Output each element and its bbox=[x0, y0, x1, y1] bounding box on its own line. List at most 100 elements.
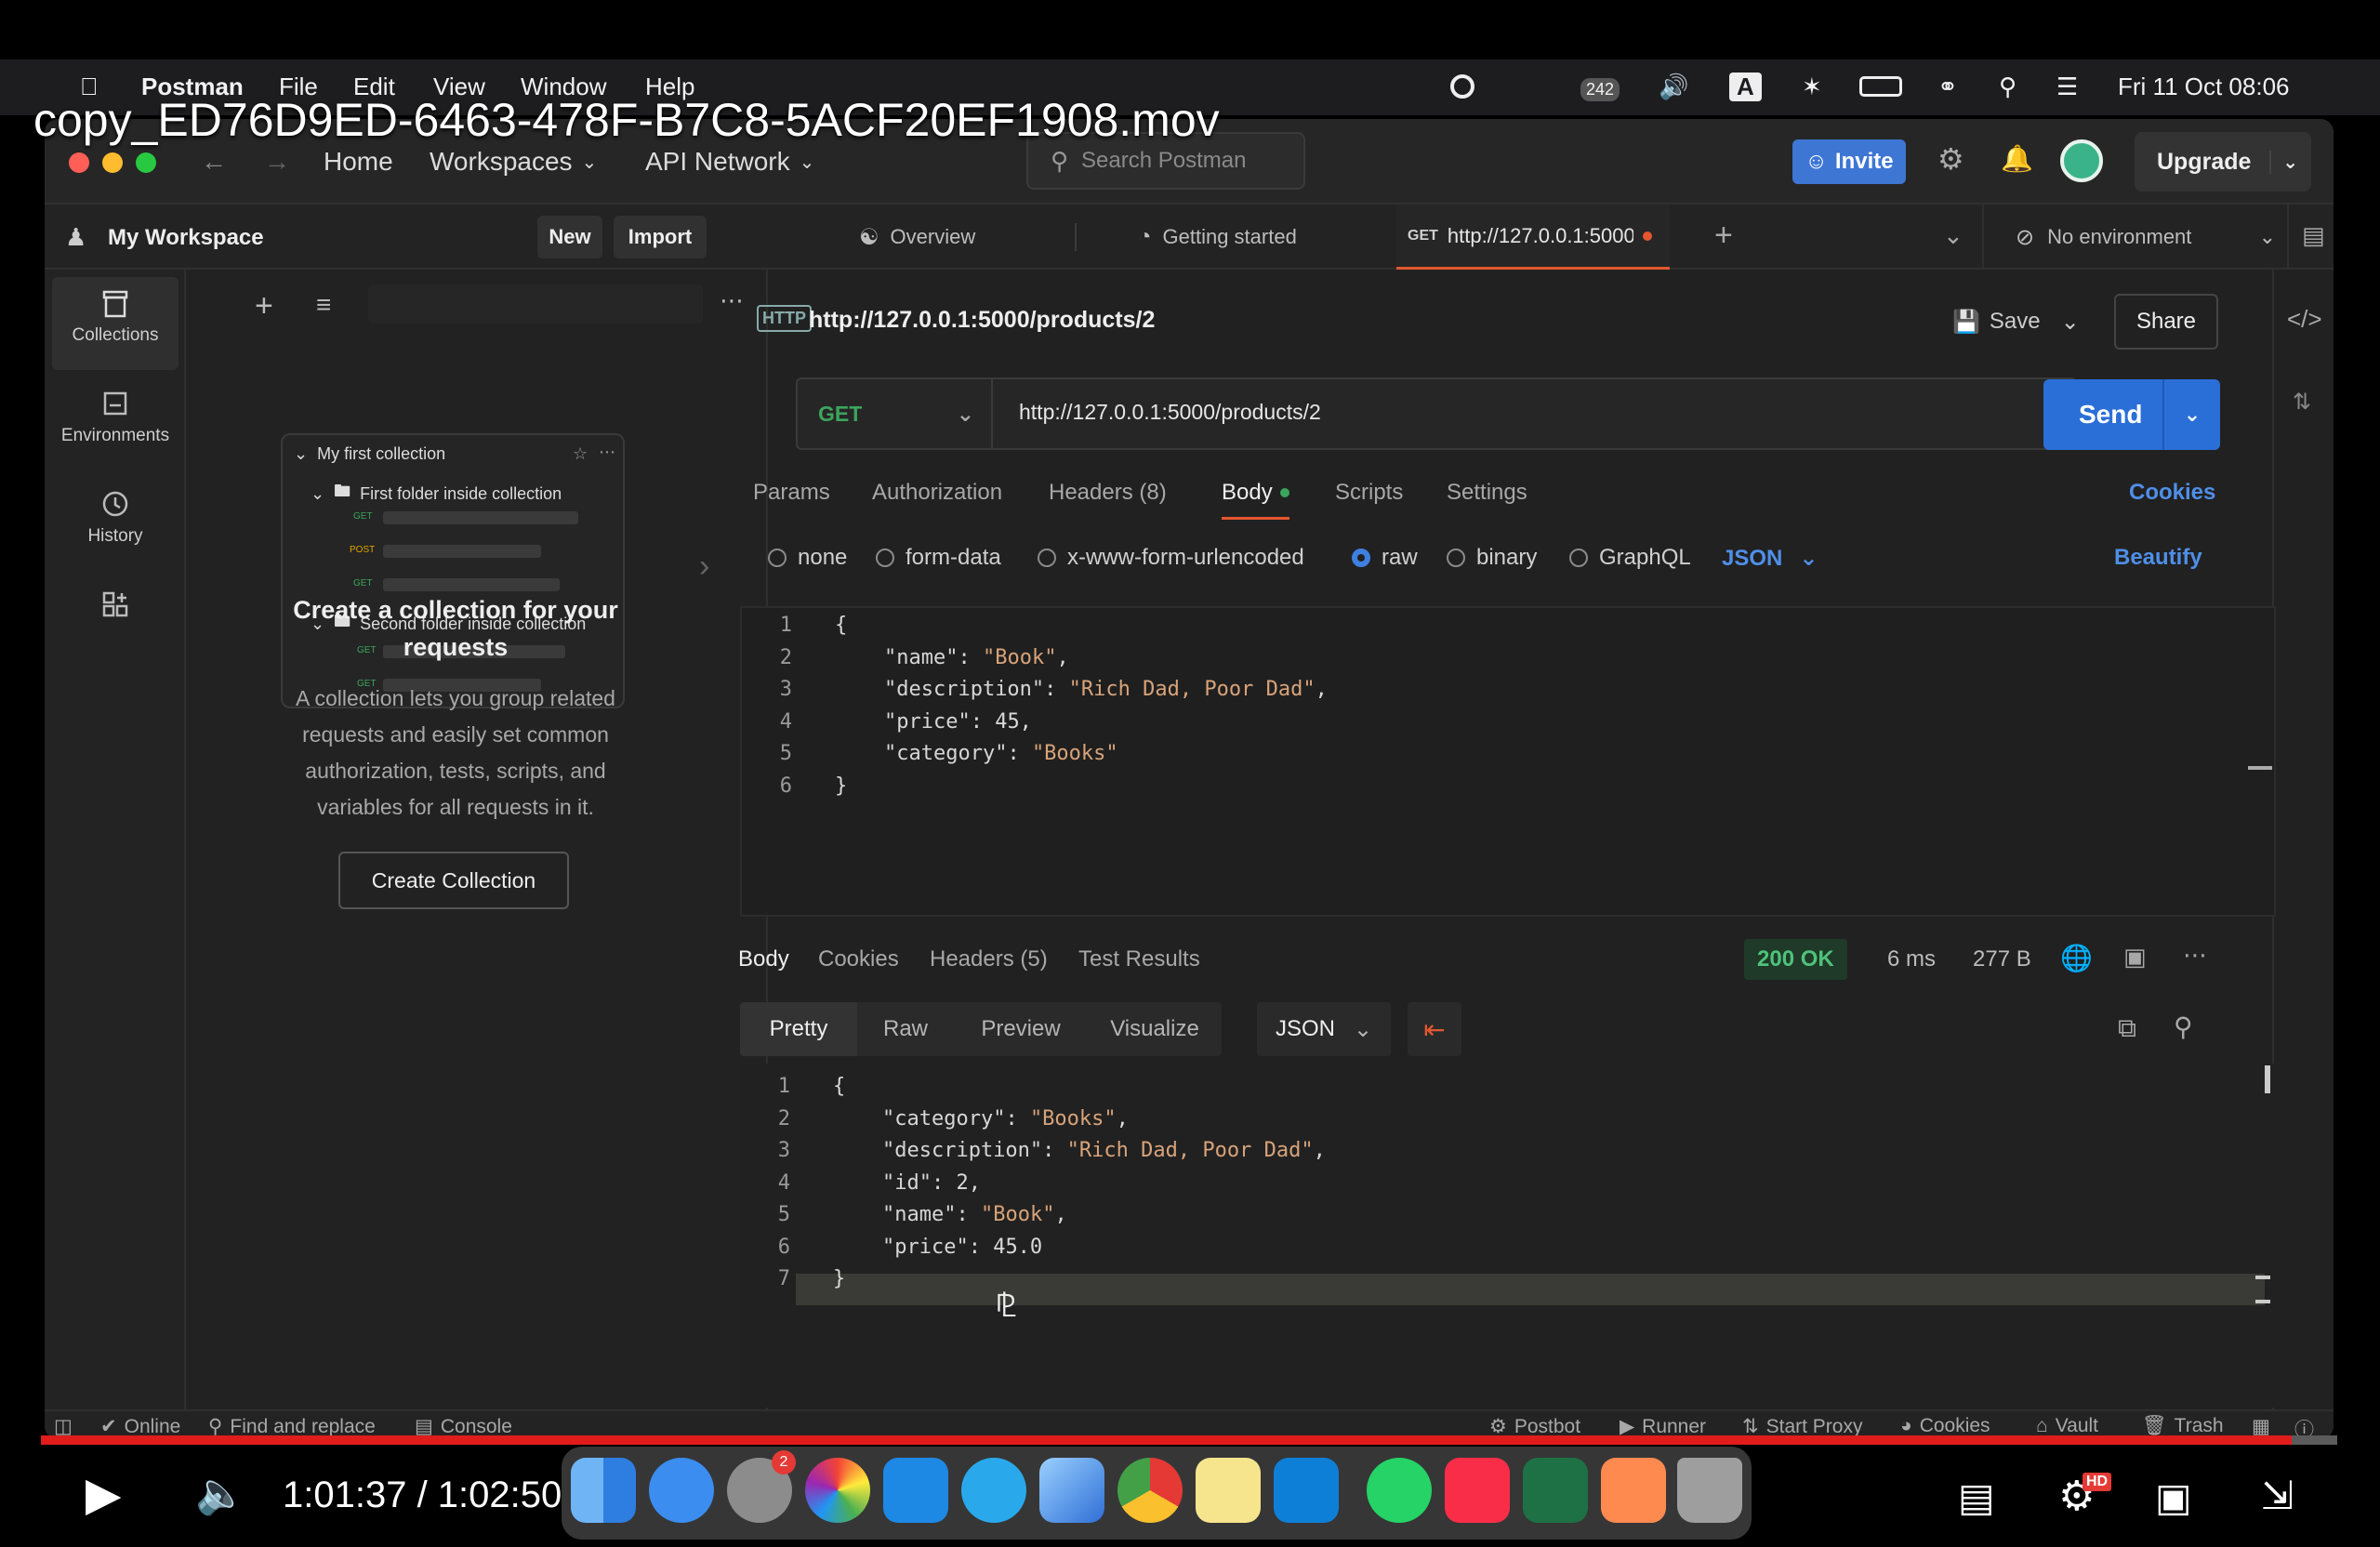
volume-icon[interactable]: 🔊 bbox=[1659, 73, 1688, 101]
miniplayer-icon[interactable]: ▣ bbox=[2155, 1474, 2192, 1520]
share-button[interactable]: Share bbox=[2114, 294, 2218, 350]
volume-icon[interactable]: 🔈 bbox=[195, 1469, 246, 1517]
rail-history[interactable]: History bbox=[52, 478, 178, 571]
cookies-status[interactable]: ◕ Cookies bbox=[1900, 1415, 1990, 1437]
filter-icon[interactable]: ≡ bbox=[316, 290, 331, 320]
record-icon[interactable] bbox=[1450, 74, 1474, 99]
code-icon[interactable]: </> bbox=[2287, 305, 2322, 334]
environment-selector[interactable]: ⊘ No environment ⌄ bbox=[2016, 205, 2285, 270]
radio-graphql[interactable]: GraphQL bbox=[1569, 545, 1691, 571]
chevron-right-icon[interactable]: › bbox=[699, 549, 709, 585]
search-icon[interactable]: ⚲ bbox=[2174, 1012, 2193, 1042]
more-options-icon[interactable]: ⋯ bbox=[720, 286, 744, 315]
url-input[interactable]: http://127.0.0.1:5000/products/2 bbox=[1019, 400, 1321, 425]
dock-trash-icon[interactable] bbox=[1677, 1458, 1742, 1523]
save-response-icon[interactable]: ▣ bbox=[2123, 943, 2147, 972]
vault[interactable]: ⌂ Vault bbox=[2036, 1415, 2098, 1437]
excel-icon[interactable] bbox=[1523, 1458, 1588, 1523]
finder-icon[interactable] bbox=[571, 1458, 636, 1523]
response-tab-body[interactable]: Body bbox=[738, 946, 789, 972]
response-size[interactable]: 277 B bbox=[1973, 946, 2031, 972]
minimize-window-button[interactable] bbox=[102, 152, 123, 173]
new-button[interactable]: New bbox=[537, 216, 602, 258]
photos-icon[interactable] bbox=[805, 1458, 870, 1523]
app-store-icon[interactable] bbox=[883, 1458, 948, 1523]
notification-bell-icon[interactable]: 🔔 bbox=[2001, 143, 2033, 174]
safari-icon[interactable] bbox=[649, 1458, 714, 1523]
tab-getting-started[interactable]: ◔ Getting started bbox=[1138, 205, 1297, 270]
exit-fullscreen-icon[interactable]: ⇲ bbox=[2261, 1473, 2294, 1518]
radio-none[interactable]: none bbox=[768, 545, 847, 571]
beautify-link[interactable]: Beautify bbox=[2114, 545, 2202, 571]
radio-binary[interactable]: binary bbox=[1447, 545, 1537, 571]
wifi-icon[interactable]: ⚭ bbox=[1937, 73, 1958, 101]
tab-scripts[interactable]: Scripts bbox=[1335, 480, 1403, 506]
view-pretty[interactable]: Pretty bbox=[740, 1002, 857, 1056]
settings-gear-icon[interactable]: ⚙ bbox=[1937, 141, 1964, 177]
workspace-name[interactable]: My Workspace bbox=[108, 225, 264, 251]
rail-collections[interactable]: Collections bbox=[52, 277, 178, 370]
import-button[interactable]: Import bbox=[614, 216, 707, 258]
back-arrow-icon[interactable]: ← bbox=[201, 147, 227, 177]
battery-icon[interactable] bbox=[1859, 76, 1902, 97]
sketch-pen-icon[interactable] bbox=[1601, 1458, 1666, 1523]
video-progress-bar[interactable] bbox=[41, 1435, 2337, 1445]
response-format-select[interactable]: JSON ⌄ bbox=[1257, 1002, 1391, 1056]
control-center-icon[interactable]: ☰ bbox=[2056, 73, 2078, 101]
vscode-icon[interactable] bbox=[1274, 1458, 1339, 1523]
bluetooth-icon[interactable]: ✶ bbox=[1802, 73, 1822, 101]
more-options-icon[interactable]: ⋯ bbox=[2183, 941, 2207, 970]
testflight-icon[interactable] bbox=[1039, 1458, 1104, 1523]
view-preview[interactable]: Preview bbox=[954, 1002, 1088, 1056]
copy-icon[interactable]: ⧉ bbox=[2118, 1013, 2136, 1044]
input-source[interactable]: A bbox=[1729, 73, 1762, 101]
view-visualize[interactable]: Visualize bbox=[1088, 1002, 1222, 1056]
send-dropdown-chevron-icon[interactable]: ⌄ bbox=[2162, 379, 2220, 450]
collapse-icon[interactable]: ⇅ bbox=[2293, 389, 2311, 416]
response-tab-test-results[interactable]: Test Results bbox=[1078, 946, 1200, 972]
close-window-button[interactable] bbox=[69, 152, 89, 173]
rail-environments[interactable]: Environments bbox=[52, 377, 178, 470]
chrome-icon[interactable] bbox=[1117, 1458, 1183, 1523]
radio-raw[interactable]: raw bbox=[1352, 545, 1418, 571]
play-icon[interactable]: ▶ bbox=[86, 1467, 121, 1521]
request-title[interactable]: http://127.0.0.1:5000/products/2 bbox=[809, 307, 1155, 334]
scrollbar-thumb[interactable] bbox=[2248, 766, 2272, 770]
clock[interactable]: Fri 11 Oct 08:06 bbox=[2118, 73, 2290, 101]
tab-headers[interactable]: Headers (8) bbox=[1049, 480, 1167, 506]
collections-search-input[interactable] bbox=[368, 284, 703, 324]
tab-settings[interactable]: Settings bbox=[1447, 480, 1527, 506]
response-time[interactable]: 6 ms bbox=[1887, 946, 1936, 972]
response-body-viewer[interactable]: 1 {2 "category": "Books", 3 "description":… bbox=[740, 1064, 2276, 1408]
response-tab-headers[interactable]: Headers (5) bbox=[930, 946, 1048, 972]
save-button[interactable]: 💾 Save ⌄ bbox=[1952, 296, 2080, 348]
request-body-editor[interactable]: 1 {2 "name": "Book", 3 "description": "Ric… bbox=[740, 606, 2276, 917]
upgrade-button[interactable]: Upgrade ⌄ bbox=[2135, 132, 2311, 192]
whatsapp-icon[interactable] bbox=[1367, 1458, 1432, 1523]
invite-button[interactable]: ☺ Invite bbox=[1792, 139, 1906, 184]
nav-api-network[interactable]: API Network ⌄ bbox=[645, 147, 814, 177]
avatar[interactable] bbox=[2060, 139, 2103, 182]
tab-overview[interactable]: ☯ Overview bbox=[859, 205, 975, 270]
add-icon[interactable]: + bbox=[255, 288, 273, 324]
tab-authorization[interactable]: Authorization bbox=[872, 480, 1002, 506]
status-badge[interactable]: 200 OK bbox=[1744, 939, 1847, 980]
tab-params[interactable]: Params bbox=[753, 480, 830, 506]
new-tab-icon[interactable]: + bbox=[1714, 218, 1733, 254]
spotlight-icon[interactable]: ⚲ bbox=[1999, 73, 2016, 101]
globe-icon[interactable]: 🌐 bbox=[2060, 943, 2093, 973]
badge-242[interactable]: 242 bbox=[1580, 78, 1620, 101]
notes-icon[interactable] bbox=[1196, 1458, 1261, 1523]
chevron-down-icon[interactable]: ⌄ bbox=[1943, 221, 1964, 250]
music-icon[interactable] bbox=[1445, 1458, 1510, 1523]
send-button[interactable]: Send ⌄ bbox=[2043, 379, 2220, 450]
trash[interactable]: 🗑 Trash bbox=[2142, 1415, 2224, 1437]
rail-add-workspace-item[interactable] bbox=[52, 578, 178, 634]
nav-home[interactable]: Home bbox=[324, 147, 393, 177]
tab-body[interactable]: Body bbox=[1222, 480, 1289, 520]
method-select[interactable]: GET ⌄ bbox=[798, 379, 993, 448]
radio-urlencoded[interactable]: x-www-form-urlencoded bbox=[1038, 545, 1304, 571]
format-select[interactable]: JSON ⌄ bbox=[1722, 545, 1818, 572]
forward-arrow-icon[interactable]: → bbox=[264, 147, 290, 177]
cookies-link[interactable]: Cookies bbox=[2129, 480, 2215, 506]
